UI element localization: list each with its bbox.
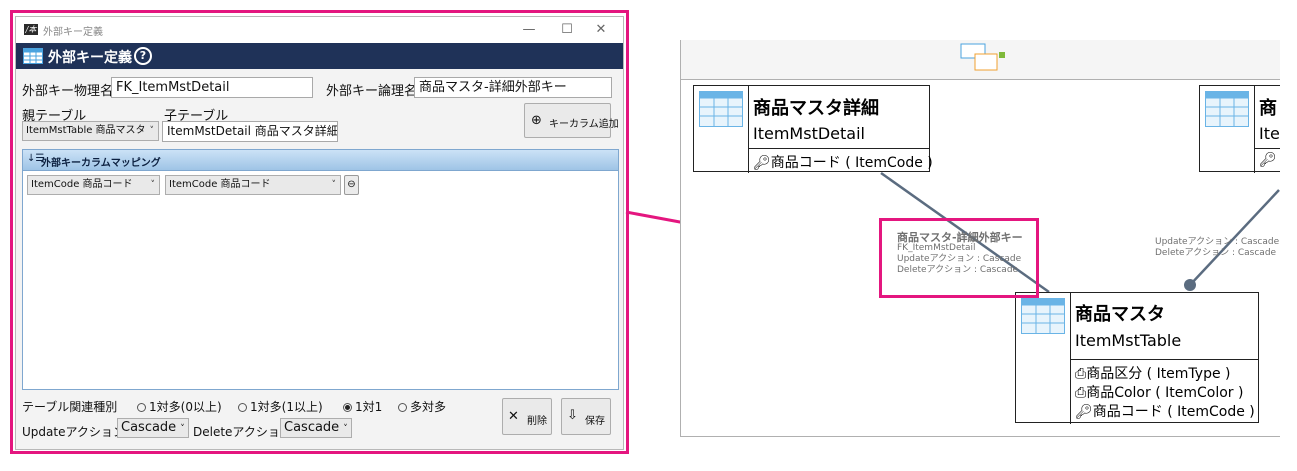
entity-separator — [1070, 359, 1259, 360]
entity-separator — [1254, 86, 1255, 173]
entity-name: 商 — [1259, 98, 1277, 119]
entity-name: 商品マスタ — [1075, 304, 1165, 325]
table-icon — [699, 91, 743, 127]
entity-partial-right[interactable]: 商 Ite 🔑︎ — [1199, 85, 1280, 173]
er-diagram-panel: 商品マスタ詳細 ItemMstDetail 🔑︎商品コード ( ItemCode… — [680, 40, 1280, 437]
entity-attribute: 🔑︎商品コード ( ItemCode ) — [1075, 404, 1255, 420]
entity-attribute: ⎙商品Color ( ItemColor ) — [1075, 385, 1244, 401]
entity-physical-name: ItemMstDetail — [753, 124, 865, 143]
entity-physical-name: ItemMstTable — [1075, 331, 1182, 350]
table-icon — [1205, 91, 1249, 127]
entity-item-mst-table[interactable]: 商品マスタ ItemMstTable ⎙商品区分 ( ItemType ) ⎙商… — [1015, 292, 1259, 424]
entity-physical-name: Ite — [1259, 124, 1280, 143]
entity-name: 商品マスタ詳細 — [753, 98, 879, 119]
entity-attribute: 🔑︎商品コード ( ItemCode ) — [753, 155, 933, 171]
entity-item-mst-detail[interactable]: 商品マスタ詳細 ItemMstDetail 🔑︎商品コード ( ItemCode… — [693, 85, 933, 173]
fk-label-delete: Deleteアクション : Cascade — [1155, 248, 1277, 258]
lock-icon: ⎙ — [1075, 366, 1087, 382]
entity-separator — [748, 148, 930, 149]
fk-label-highlight — [879, 218, 1039, 298]
key-icon: 🔑︎ — [753, 155, 771, 171]
entity-separator — [1254, 148, 1280, 149]
fk-label-update: Updateアクション : Cascade — [1155, 237, 1280, 247]
key-icon: 🔑︎ — [1259, 152, 1277, 168]
entity-separator — [748, 86, 749, 173]
lock-icon: ⎙ — [1075, 385, 1087, 401]
key-icon: 🔑︎ — [1075, 404, 1093, 420]
table-icon — [1021, 298, 1065, 334]
entity-attribute: ⎙商品区分 ( ItemType ) — [1075, 366, 1231, 382]
entity-attribute: 🔑︎ — [1259, 152, 1277, 168]
fk-relation-label-right[interactable]: Updateアクション : Cascade Deleteアクション : Casc… — [1155, 237, 1279, 259]
